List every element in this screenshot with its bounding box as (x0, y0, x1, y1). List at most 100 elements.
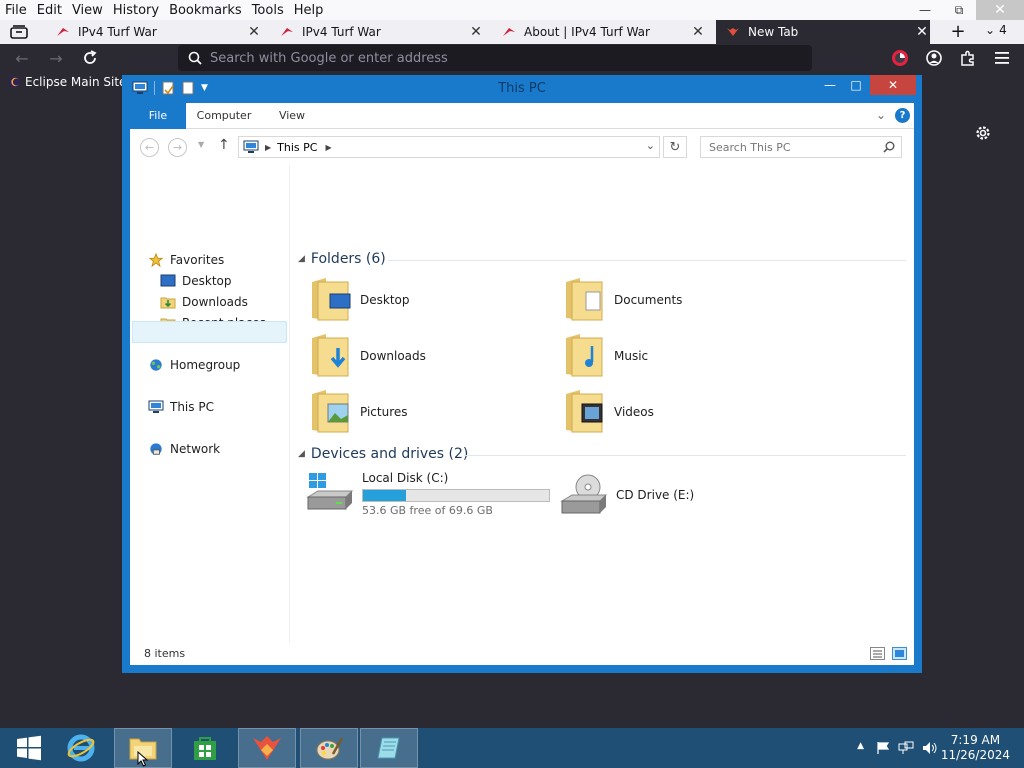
url-placeholder: Search with Google or enter address (210, 50, 448, 66)
recent-locations-icon[interactable]: ▼ (198, 140, 204, 149)
folder-music[interactable]: Music (562, 331, 648, 381)
browser-app-icon (253, 736, 281, 760)
explorer-maximize-button[interactable]: □ (846, 75, 866, 95)
tab-1[interactable]: IPv4 Turf War ✕ (56, 20, 262, 44)
new-tab-button[interactable]: + (948, 22, 968, 42)
ribbon-tab-computer[interactable]: Computer (192, 103, 256, 129)
hamburger-icon (995, 52, 1009, 64)
firefox-favicon-icon (727, 28, 739, 36)
explorer-close-button[interactable]: ✕ (870, 75, 916, 95)
group-devices[interactable]: ◢ Devices and drives (2) (298, 446, 468, 462)
menu-help[interactable]: Help (289, 3, 329, 18)
menu-view[interactable]: View (67, 3, 108, 18)
network-icon (150, 443, 162, 455)
refresh-button[interactable]: ↻ (663, 136, 687, 158)
menu-edit[interactable]: Edit (32, 3, 67, 18)
tab-count[interactable]: ⌄ 4 (985, 23, 1007, 37)
explorer-minimize-button[interactable]: — (820, 75, 840, 95)
extensions-button[interactable] (958, 48, 978, 68)
tab-3[interactable]: About | IPv4 Turf War ✕ (502, 20, 706, 44)
disk-usage-fill (363, 490, 406, 501)
tab-close-icon[interactable]: ✕ (246, 24, 262, 40)
large-icons-view-icon[interactable] (892, 647, 907, 660)
address-bar[interactable]: ▶ This PC ▶ ⌄ (238, 136, 660, 158)
details-view-icon[interactable] (870, 647, 885, 660)
drive-local-c[interactable]: Local Disk (C:) 53.6 GB free of 69.6 GB (306, 471, 550, 517)
network-icon[interactable] (898, 741, 914, 755)
breadcrumb-arrow-icon[interactable]: ▶ (325, 143, 331, 152)
breadcrumb-this-pc[interactable]: This PC (277, 141, 317, 154)
taskbar-browser[interactable] (238, 728, 296, 768)
action-center-flag-icon[interactable] (876, 741, 890, 755)
tab-close-icon[interactable]: ✕ (468, 24, 484, 40)
explorer-titlebar[interactable]: ▼ This PC — □ ✕ (122, 75, 922, 103)
eclipse-icon (8, 76, 20, 88)
taskbar-file-explorer[interactable] (114, 728, 172, 768)
address-row: ← → ▼ ↑ ▶ This PC ▶ ⌄ ↻ Search This PC (130, 129, 914, 165)
clock[interactable]: 7:19 AM 11/26/2024 (941, 733, 1010, 763)
nav-favorites[interactable]: Favorites (148, 250, 224, 270)
volume-icon[interactable] (922, 741, 938, 755)
drive-cd-e[interactable]: CD Drive (E:) (560, 471, 694, 519)
taskbar-internet-explorer[interactable] (52, 728, 110, 768)
back-button[interactable]: ← (12, 48, 32, 68)
forward-button[interactable]: → (168, 138, 187, 157)
tab-4-active[interactable]: New Tab ✕ (716, 20, 930, 44)
start-button[interactable] (0, 728, 58, 768)
reload-button[interactable] (80, 48, 100, 68)
clock-time: 7:19 AM (950, 733, 1001, 747)
folder-downloads[interactable]: Downloads (308, 331, 426, 381)
tab-count-label: 4 (999, 23, 1007, 37)
ribbon-tab-file[interactable]: File (130, 103, 186, 129)
address-dropdown-icon[interactable]: ⌄ (646, 139, 655, 152)
group-folders[interactable]: ◢ Folders (6) (298, 251, 386, 267)
computer-icon (243, 140, 259, 153)
show-hidden-icons-icon[interactable]: ▲ (857, 741, 864, 751)
forward-button[interactable]: → (46, 48, 66, 68)
taskbar-notepad[interactable] (360, 728, 418, 768)
restore-button[interactable]: ⧉ (942, 0, 976, 20)
folder-pictures[interactable]: Pictures (308, 387, 408, 437)
turf-war-favicon-icon (503, 28, 515, 36)
reload-icon (84, 50, 97, 64)
nav-network[interactable]: Network (148, 439, 220, 459)
folder-desktop[interactable]: Desktop (308, 275, 410, 325)
menu-tools[interactable]: Tools (247, 3, 289, 18)
ribbon-tab-view[interactable]: View (270, 103, 314, 129)
menu-file[interactable]: File (0, 3, 32, 18)
folder-documents[interactable]: Documents (562, 275, 682, 325)
taskbar-store[interactable] (176, 728, 234, 768)
search-box[interactable]: Search This PC (700, 136, 902, 158)
bookmark-eclipse[interactable]: Eclipse Main Site (8, 75, 126, 89)
tab-bar: IPv4 Turf War ✕ IPv4 Turf War ✕ About | … (0, 20, 1024, 44)
help-icon[interactable]: ? (895, 108, 910, 123)
nav-homegroup[interactable]: Homegroup (148, 355, 240, 375)
up-button[interactable]: ↑ (218, 137, 230, 153)
gear-icon[interactable] (974, 124, 992, 142)
tab-close-icon[interactable]: ✕ (914, 24, 930, 40)
tab-2[interactable]: IPv4 Turf War ✕ (280, 20, 484, 44)
ribbon: File Computer View ⌄ ? (130, 103, 914, 129)
nav-this-pc[interactable]: This PC (148, 397, 214, 417)
breadcrumb-arrow-icon[interactable]: ▶ (265, 143, 271, 152)
window-title: This PC (498, 81, 546, 96)
tab-close-icon[interactable]: ✕ (690, 24, 706, 40)
taskbar-paint[interactable] (300, 728, 358, 768)
close-button[interactable]: ✕ (976, 0, 1024, 20)
nav-desktop[interactable]: Desktop (160, 271, 232, 291)
collapse-icon: ◢ (298, 254, 305, 264)
extension-button[interactable] (890, 48, 910, 68)
windows-logo-icon (17, 735, 41, 761)
folder-videos[interactable]: Videos (562, 387, 654, 437)
account-button[interactable] (924, 48, 944, 68)
minimize-button[interactable]: — (908, 0, 942, 20)
turf-war-favicon-icon (57, 28, 69, 36)
expand-ribbon-icon[interactable]: ⌄ (876, 108, 886, 122)
back-button[interactable]: ← (140, 138, 159, 157)
menu-bookmarks[interactable]: Bookmarks (164, 3, 247, 18)
nav-downloads[interactable]: Downloads (160, 292, 248, 312)
app-menu-button[interactable] (992, 48, 1012, 68)
tab-list-button[interactable] (8, 23, 30, 41)
menu-history[interactable]: History (108, 3, 164, 18)
url-bar[interactable]: Search with Google or enter address (178, 45, 812, 71)
